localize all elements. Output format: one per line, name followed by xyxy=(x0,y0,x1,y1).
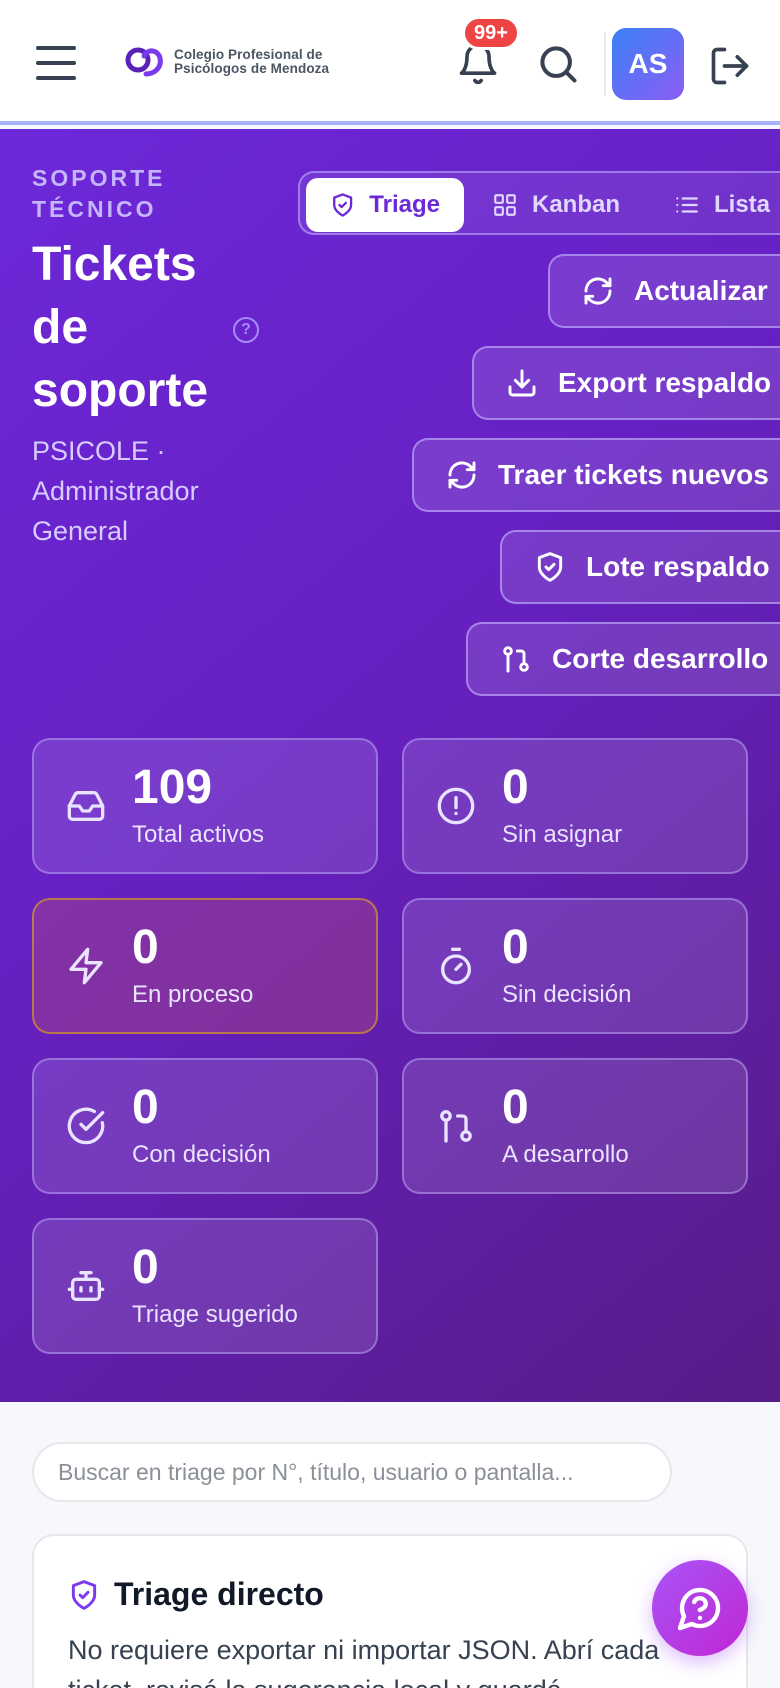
help-chat-button[interactable] xyxy=(652,1560,748,1656)
stat-label: Sin decisión xyxy=(502,981,632,1008)
stat-label: Sin asignar xyxy=(502,821,623,848)
triage-card-text: No requiere exportar ni importar JSON. A… xyxy=(68,1635,660,1688)
search-button[interactable] xyxy=(536,42,580,86)
top-bar: Colegio Profesional de Psicólogos de Men… xyxy=(0,0,780,125)
help-circle-icon xyxy=(677,1587,721,1631)
logout-icon xyxy=(711,47,749,85)
grid-icon xyxy=(494,194,516,216)
stat-value: 0 xyxy=(132,921,159,974)
avatar[interactable]: AS xyxy=(612,28,684,100)
stat-value: 0 xyxy=(502,921,529,974)
stat-label: Total activos xyxy=(132,821,265,848)
batch-backup-button[interactable]: Lote respaldo xyxy=(500,530,780,604)
logo-line-1: Colegio Profesional de xyxy=(174,47,323,62)
stat-triage-sugerido[interactable]: 0 Triage sugerido xyxy=(32,1218,378,1354)
refresh-button-label: Actualizar xyxy=(634,275,768,306)
stat-con-decision[interactable]: 0 Con decisión xyxy=(32,1058,378,1194)
shield-check-icon xyxy=(537,552,563,582)
refresh-icon xyxy=(448,461,476,489)
menu-icon[interactable] xyxy=(36,46,76,80)
triage-card-title: Triage directo xyxy=(114,1576,324,1612)
inbox-icon xyxy=(67,791,105,821)
stat-value: 0 xyxy=(502,761,529,814)
stat-label: Triage sugerido xyxy=(132,1301,298,1328)
logo-line-2: Psicólogos de Mendoza xyxy=(174,61,330,76)
stat-value: 0 xyxy=(132,1081,159,1134)
tab-kanban[interactable]: Kanban xyxy=(492,178,620,232)
stat-value: 0 xyxy=(132,1241,159,1294)
stat-a-desarrollo[interactable]: 0 A desarrollo xyxy=(402,1058,748,1194)
stat-total-activos[interactable]: 109 Total activos xyxy=(32,738,378,874)
tab-triage[interactable]: Triage xyxy=(306,178,464,232)
lightning-icon xyxy=(69,947,103,985)
notifications-badge: 99+ xyxy=(462,16,520,50)
logout-button[interactable] xyxy=(708,44,752,88)
tab-lista-label: Lista xyxy=(714,191,771,218)
stat-sin-asignar[interactable]: 0 Sin asignar xyxy=(402,738,748,874)
stat-value: 0 xyxy=(502,1081,529,1134)
stat-label: En proceso xyxy=(132,981,254,1008)
refresh-button[interactable]: Actualizar xyxy=(548,254,780,328)
hero-section: SOPORTE TÉCNICO Tickets de soporte ? PSI… xyxy=(0,129,780,1402)
triage-direct-card: Triage directo No requiere exportar ni i… xyxy=(32,1534,748,1688)
tab-triage-label: Triage xyxy=(369,191,440,218)
help-icon[interactable]: ? xyxy=(233,317,259,343)
dev-cut-label: Corte desarrollo xyxy=(552,643,769,674)
fetch-new-tickets-label: Traer tickets nuevos xyxy=(498,459,769,490)
stat-label: Con decisión xyxy=(132,1141,271,1168)
section-eyebrow: SOPORTE TÉCNICO xyxy=(32,165,166,222)
fetch-new-tickets-button[interactable]: Traer tickets nuevos xyxy=(412,438,780,512)
alert-circle-icon xyxy=(437,787,475,825)
batch-backup-label: Lote respaldo xyxy=(586,551,770,582)
export-backup-button[interactable]: Export respaldo xyxy=(472,346,780,420)
header-divider xyxy=(604,32,606,96)
tab-kanban-label: Kanban xyxy=(532,191,621,218)
shield-check-icon xyxy=(333,193,353,217)
logo-mark-icon xyxy=(125,47,163,77)
refresh-icon xyxy=(584,277,612,305)
dev-cut-button[interactable]: Corte desarrollo xyxy=(466,622,780,696)
export-backup-label: Export respaldo xyxy=(558,367,772,398)
search-icon xyxy=(540,46,577,83)
logo[interactable]: Colegio Profesional de Psicólogos de Men… xyxy=(124,44,329,80)
triage-card-header: Triage directo xyxy=(68,1576,324,1613)
stat-label: A desarrollo xyxy=(502,1141,629,1168)
stat-en-proceso[interactable]: 0 En proceso xyxy=(32,898,378,1034)
git-pull-request-icon xyxy=(503,646,529,673)
view-switcher: Triage Kanban Lista xyxy=(298,171,780,235)
check-circle-icon xyxy=(67,1107,105,1145)
tab-lista[interactable]: Lista xyxy=(674,178,770,232)
git-pull-request-icon xyxy=(440,1110,472,1143)
list-icon xyxy=(676,197,698,213)
stat-sin-decision[interactable]: 0 Sin decisión xyxy=(402,898,748,1034)
stat-value: 109 xyxy=(132,761,213,814)
shield-check-icon xyxy=(71,1579,97,1610)
timer-icon xyxy=(441,947,471,985)
page-subtitle: PSICOLE · Administrador General xyxy=(32,436,199,546)
download-icon xyxy=(508,369,536,397)
bot-icon xyxy=(67,1271,105,1301)
page-title: Tickets de soporte xyxy=(32,238,209,417)
triage-search-input[interactable] xyxy=(32,1442,672,1502)
logo-text: Colegio Profesional de Psicólogos de Men… xyxy=(174,48,329,76)
